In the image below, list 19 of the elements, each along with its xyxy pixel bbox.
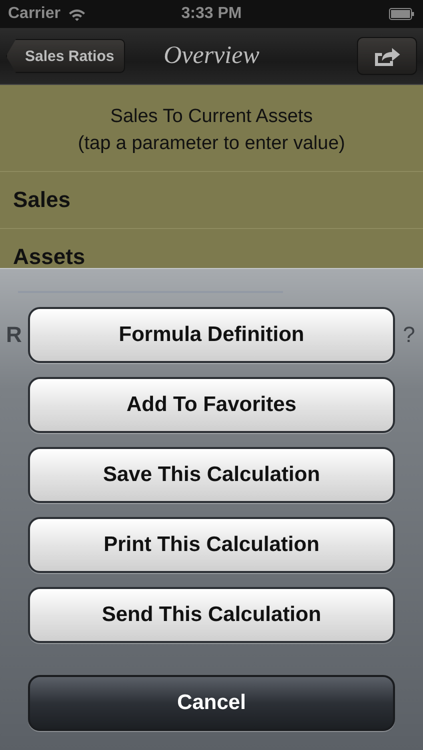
action-button[interactable]: Formula Definition <box>28 307 395 363</box>
cancel-button[interactable]: Cancel <box>28 675 395 731</box>
hint-text: (tap a parameter to enter value) <box>76 132 346 156</box>
share-icon <box>373 45 401 67</box>
action-button[interactable]: Send This Calculation <box>28 587 395 643</box>
back-button[interactable]: Sales Ratios <box>6 39 126 73</box>
nav-title: Overview <box>164 42 260 70</box>
formula-title: Sales To Current Assets <box>109 105 314 129</box>
faded-text: R <box>5 322 23 348</box>
parameter-row[interactable]: Sales <box>0 172 423 229</box>
status-time: 3:33 PM <box>181 5 242 23</box>
carrier-label: Carrier <box>8 5 60 23</box>
action-button[interactable]: Add To Favorites <box>28 377 395 433</box>
battery-icon <box>389 8 415 20</box>
action-button[interactable]: Save This Calculation <box>28 447 395 503</box>
share-button[interactable] <box>357 37 417 75</box>
wifi-icon <box>68 8 86 20</box>
action-button[interactable]: Print This Calculation <box>28 517 395 573</box>
faded-text: ? <box>402 322 416 348</box>
